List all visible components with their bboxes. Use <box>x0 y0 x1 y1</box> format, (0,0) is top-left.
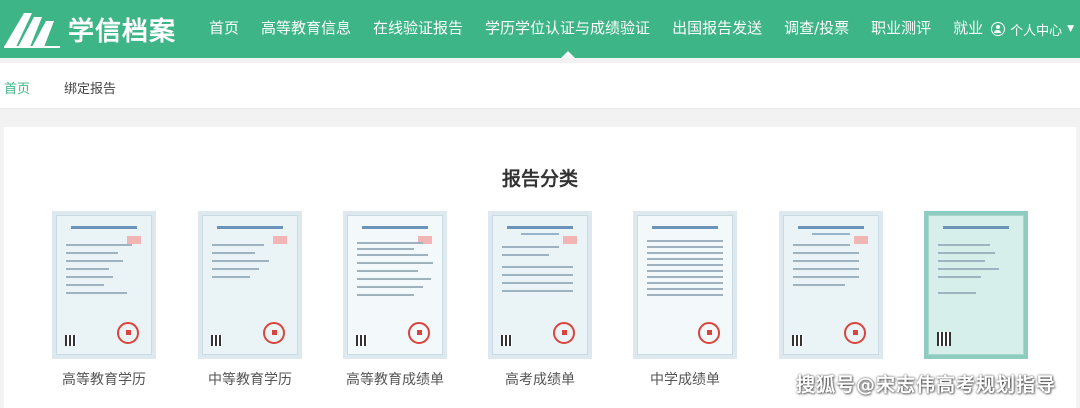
report-card-secondary-education-degree[interactable] <box>198 211 302 359</box>
report-thumbnail <box>492 215 588 355</box>
nav-home[interactable]: 首页 <box>198 0 250 58</box>
chevron-down-icon: ▼ <box>1067 24 1074 34</box>
nav-overseas-report[interactable]: 出国报告发送 <box>661 0 773 58</box>
report-label[interactable]: 高考成绩单 <box>465 369 615 389</box>
breadcrumb: 首页 绑定报告 <box>0 63 1080 108</box>
breadcrumb-home[interactable]: 首页 <box>4 78 30 97</box>
report-card-high-school-transcript[interactable] <box>633 211 737 359</box>
report-thumbnail <box>347 215 443 355</box>
report-label[interactable]: 高等教育成绩单 <box>320 369 470 389</box>
nav-higher-education-info[interactable]: 高等教育信息 <box>250 0 362 58</box>
report-card-higher-education-degree[interactable] <box>52 211 156 359</box>
logo-text: 学信档案 <box>68 16 177 47</box>
nav-employment[interactable]: 就业 <box>942 0 994 58</box>
main-nav: 首页 高等教育信息 在线验证报告 学历学位认证与成绩验证 出国报告发送 调查/投… <box>198 0 994 58</box>
nav-career-assessment[interactable]: 职业测评 <box>860 0 942 58</box>
report-thumbnail <box>202 215 298 355</box>
breadcrumb-current: 绑定报告 <box>64 82 117 97</box>
report-thumbnail <box>928 215 1024 355</box>
user-center-menu[interactable]: 个人中心 ▼ <box>991 0 1074 58</box>
watermark-text: 搜狐号@宋志伟高考规划指导 <box>795 374 1056 396</box>
report-card-higher-education-degree-green[interactable] <box>924 211 1028 359</box>
top-nav-bar: 学信档案 首页 高等教育信息 在线验证报告 学历学位认证与成绩验证 出国报告发送… <box>0 0 1080 58</box>
nav-degree-certification[interactable]: 学历学位认证与成绩验证 <box>474 0 661 58</box>
logo[interactable]: 学信档案 <box>2 6 176 52</box>
report-label[interactable]: 中等教育学历 <box>175 369 325 389</box>
nav-online-verification-report[interactable]: 在线验证报告 <box>362 0 474 58</box>
user-center-label: 个人中心 <box>1010 23 1063 39</box>
report-card-academic-proficiency[interactable] <box>779 211 883 359</box>
report-thumbnail <box>56 215 152 355</box>
report-label[interactable]: 中学成绩单 <box>610 369 760 389</box>
report-label[interactable]: 高等教育学历 <box>29 369 179 389</box>
user-icon <box>991 22 1006 36</box>
page-title: 报告分类 <box>501 168 578 190</box>
report-card-higher-education-transcript[interactable] <box>343 211 447 359</box>
report-thumbnail <box>637 215 733 355</box>
nav-survey-vote[interactable]: 调查/投票 <box>773 0 860 58</box>
report-thumbnail <box>783 215 879 355</box>
report-category-panel: 报告分类 高等教育学历 中等教育学历 高等教育成绩单 高考成绩单 中学成绩单 <box>4 127 1076 408</box>
book-logo-icon <box>4 13 60 48</box>
report-card-gaokao-transcript[interactable] <box>488 211 592 359</box>
